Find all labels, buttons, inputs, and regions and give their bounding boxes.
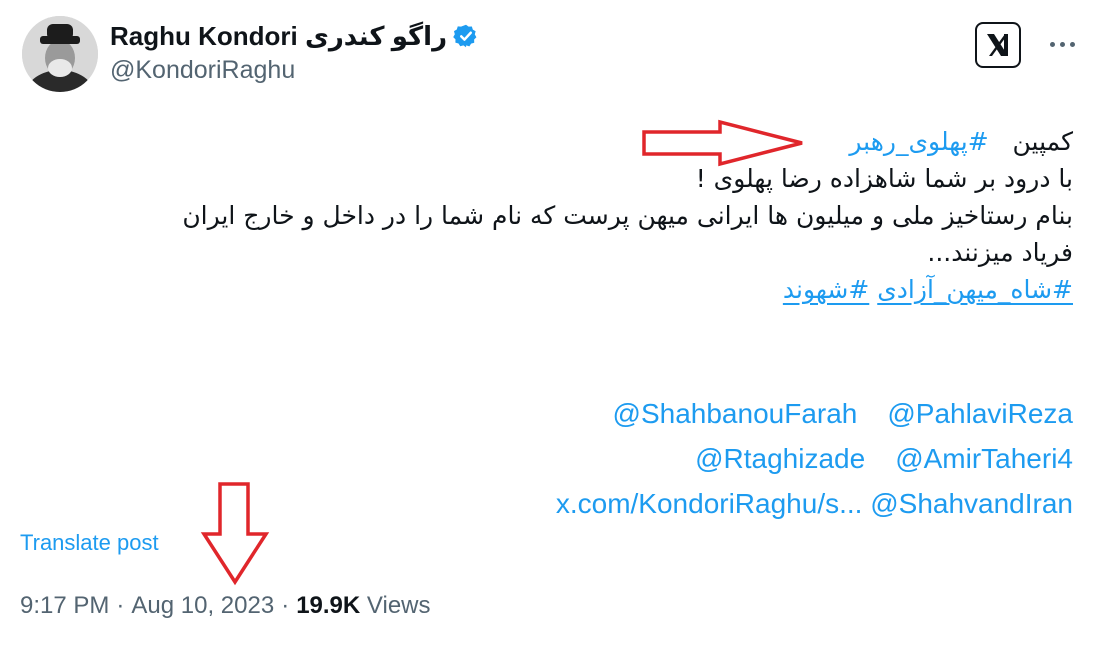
- mention-row: x.com/KondoriRaghu/s... @ShahvandIran: [13, 481, 1073, 526]
- mention-link[interactable]: @Rtaghizade: [695, 443, 865, 474]
- hashtag-link[interactable]: #پهلوی_رهبر: [849, 127, 988, 156]
- more-icon-dot: [1059, 41, 1065, 47]
- author-name-row: Raghu Kondori راگو کندری: [110, 18, 479, 54]
- post-meta: 9:17 PM · Aug 10, 2023 · 19.9K Views: [20, 592, 431, 620]
- hashtag-link[interactable]: #شاه_میهن_آزادی: [877, 275, 1073, 304]
- more-icon: [1049, 41, 1055, 47]
- post-line-5: #شاه_میهن_آزادی #شهوند: [13, 271, 1073, 308]
- post-time[interactable]: 9:17 PM: [20, 592, 109, 619]
- author-display-name[interactable]: Raghu Kondori راگو کندری: [110, 21, 447, 52]
- mention-link[interactable]: @AmirTaheri4: [895, 443, 1073, 474]
- x-logo-button[interactable]: [975, 22, 1021, 68]
- post-line-3: بنام رستاخیز ملی و میلیون ها ایرانی میهن…: [182, 201, 1073, 230]
- views-label: Views: [366, 592, 431, 619]
- mention-link[interactable]: @PahlaviReza: [887, 398, 1073, 429]
- separator: ·: [116, 592, 125, 619]
- post-line-1: کمپین #پهلوی_رهبر: [13, 123, 1073, 160]
- mention-row: @Rtaghizade @AmirTaheri4: [13, 436, 1073, 481]
- verified-badge-icon[interactable]: [453, 23, 479, 49]
- views-count[interactable]: 19.9K: [296, 592, 360, 619]
- avatar[interactable]: [22, 16, 98, 92]
- url-link[interactable]: x.com/KondoriRaghu/s...: [556, 488, 863, 519]
- more-icon-dot: [1069, 41, 1075, 47]
- separator: ·: [281, 592, 290, 619]
- x-logo-icon: [987, 34, 1008, 56]
- post-date[interactable]: Aug 10, 2023: [131, 592, 274, 619]
- post-text: کمپین #پهلوی_رهبر با درود بر شما شاهزاده…: [13, 123, 1073, 308]
- author-handle[interactable]: @KondoriRaghu: [110, 56, 295, 85]
- mention-link[interactable]: @ShahvandIran: [870, 488, 1073, 519]
- hashtag-link[interactable]: #شهوند: [783, 275, 869, 304]
- avatar-photo: [22, 16, 98, 92]
- mention-row: @ShahbanouFarah @PahlaviReza: [13, 391, 1073, 436]
- mention-link[interactable]: @ShahbanouFarah: [613, 398, 858, 429]
- post-line-2: با درود بر شما شاهزاده رضا پهلوی !: [695, 164, 1073, 193]
- post-line-4: فریاد میزنند...: [927, 238, 1073, 267]
- more-options-button[interactable]: [1040, 22, 1084, 66]
- translate-post-link[interactable]: Translate post: [20, 530, 159, 556]
- post-mentions: @ShahbanouFarah @PahlaviReza @Rtaghizade @…: [13, 391, 1073, 526]
- post-word: کمپین: [1012, 127, 1073, 156]
